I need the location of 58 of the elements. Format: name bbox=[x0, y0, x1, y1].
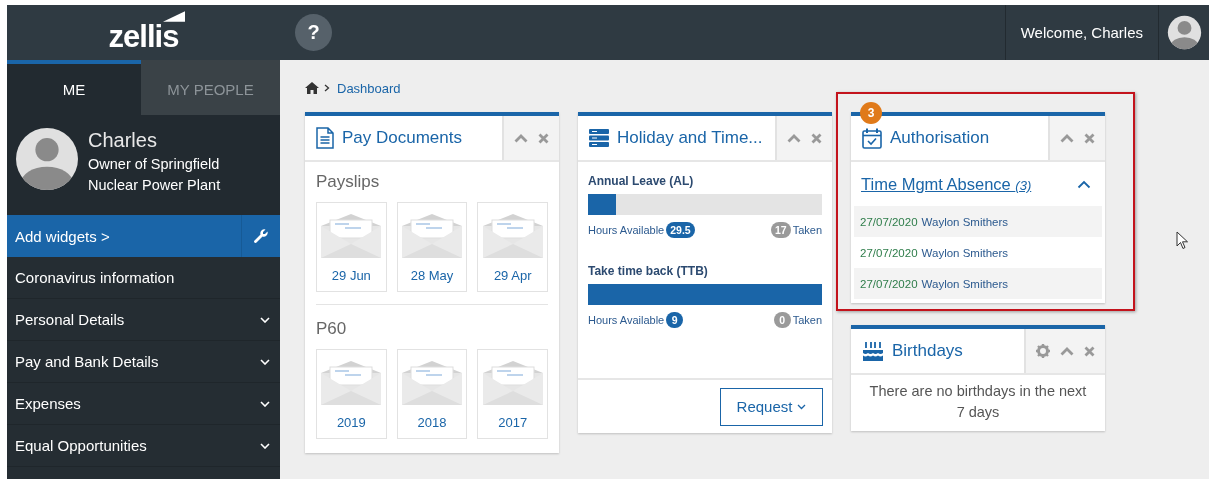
breadcrumb-separator-icon bbox=[324, 84, 330, 92]
avatar-icon[interactable] bbox=[1165, 14, 1203, 51]
envelope-icon bbox=[480, 361, 545, 407]
calendar-check-icon bbox=[862, 127, 882, 149]
avatar-icon bbox=[16, 128, 78, 190]
help-button[interactable]: ? bbox=[295, 14, 332, 51]
stack-icon bbox=[589, 129, 609, 147]
cake-icon bbox=[862, 341, 884, 361]
envelope-icon bbox=[319, 361, 384, 407]
available-count: 29.5 bbox=[666, 222, 695, 238]
available-count: 9 bbox=[666, 312, 684, 328]
widget-title: Pay Documents bbox=[342, 128, 462, 148]
envelope-icon bbox=[480, 214, 545, 260]
available-label: Hours Available bbox=[588, 314, 665, 326]
document-icon bbox=[316, 127, 334, 149]
document-tile[interactable]: 2017 bbox=[477, 349, 548, 439]
balance-label: Annual Leave (AL) bbox=[588, 174, 695, 188]
request-button[interactable]: Request bbox=[720, 387, 823, 426]
request-row[interactable]: 27/07/2020 Waylon Smithers bbox=[854, 237, 1102, 268]
home-icon[interactable] bbox=[305, 82, 319, 94]
document-tile[interactable]: 2019 bbox=[316, 349, 387, 439]
widget-title: Birthdays bbox=[892, 341, 963, 361]
settings-button[interactable] bbox=[1034, 342, 1052, 360]
group-link[interactable]: Time Mgmt Absence (3) bbox=[861, 174, 1032, 194]
available-label: Hours Available bbox=[588, 224, 665, 236]
count-badge: 3 bbox=[860, 102, 882, 124]
chevron-down-icon bbox=[260, 358, 270, 365]
wrench-icon bbox=[253, 228, 269, 244]
document-tile[interactable]: 29 Apr bbox=[477, 202, 548, 292]
sidebar-tab[interactable]: MY PEOPLE bbox=[141, 60, 280, 115]
chevron-icon[interactable] bbox=[1077, 179, 1091, 189]
chevron-down-icon bbox=[260, 442, 270, 449]
section-heading: Payslips bbox=[316, 172, 381, 192]
logo: zellis bbox=[7, 5, 280, 60]
request-row[interactable]: 27/07/2020 Waylon Smithers bbox=[854, 268, 1102, 299]
envelope-icon bbox=[400, 214, 464, 260]
taken-count: 0 bbox=[773, 312, 791, 328]
taken-count: 17 bbox=[770, 222, 791, 238]
balance-label: Take time back (TTB) bbox=[588, 264, 709, 278]
widget-title: Authorisation bbox=[890, 128, 990, 148]
widget-title: Holiday and Time... bbox=[617, 128, 763, 148]
envelope-icon bbox=[319, 214, 384, 260]
document-tile[interactable]: 2018 bbox=[396, 349, 468, 439]
section-heading: P60 bbox=[316, 319, 348, 339]
empty-message: There are no birthdays in the next 7 days bbox=[868, 382, 1088, 422]
chevron-down-icon bbox=[260, 400, 270, 407]
document-tile[interactable]: 28 May bbox=[396, 202, 468, 292]
profile-name: Charles bbox=[88, 129, 158, 152]
request-row[interactable]: 27/07/2020 Waylon Smithers bbox=[854, 206, 1102, 237]
profile-role: Owner of Springfield Nuclear Power Plant bbox=[88, 155, 222, 195]
cursor-icon bbox=[1176, 231, 1189, 250]
chevron-down-icon bbox=[260, 316, 270, 323]
breadcrumb-link[interactable]: Dashboard bbox=[337, 80, 401, 96]
taken-label: Taken bbox=[792, 224, 822, 236]
caret-icon bbox=[797, 403, 807, 410]
taken-label: Taken bbox=[792, 314, 822, 326]
document-tile[interactable]: 29 Jun bbox=[316, 202, 387, 292]
envelope-icon bbox=[400, 361, 464, 407]
